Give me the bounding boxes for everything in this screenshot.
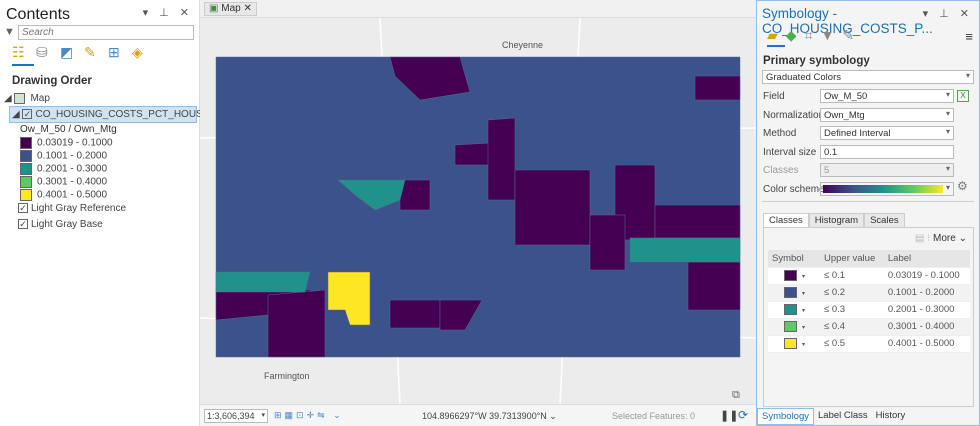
- county-polygon[interactable]: [389, 299, 441, 329]
- county-polygon[interactable]: [454, 142, 491, 166]
- labeling-icon[interactable]: ◈: [132, 44, 148, 60]
- legend-item: 0.03019 - 0.1000: [20, 137, 113, 150]
- legend-item: 0.3001 - 0.4000: [20, 176, 113, 189]
- layer-node[interactable]: ◢ ✓ CO_HOUSING_COSTS_PCT_HOUSEHOLD_INCO..…: [9, 106, 276, 123]
- legend-swatch: [20, 137, 32, 149]
- field-input-0[interactable]: Ow_M_50 ▾: [820, 89, 954, 103]
- symbol-swatch: [784, 303, 797, 315]
- pane-controls[interactable]: ▾ ⊥ ✕: [143, 6, 193, 19]
- symbol-swatch: [784, 320, 797, 332]
- field-label: Normalization: [763, 109, 825, 121]
- column-header[interactable]: Symbol: [768, 250, 820, 268]
- map-canvas[interactable]: Cheyenne Farmington ⧉: [200, 18, 756, 404]
- column-header[interactable]: Label: [883, 250, 970, 268]
- bottom-tab-1[interactable]: Label Class: [814, 408, 872, 425]
- tab-classes[interactable]: Classes: [763, 213, 809, 228]
- field-input-2[interactable]: Defined Interval ▾: [820, 126, 954, 140]
- table-row[interactable]: ▾ ≤ 0.1 0.03019 - 0.1000: [768, 267, 970, 285]
- pause-icon[interactable]: ❚❚: [720, 409, 738, 422]
- symbology-pane: Symbology - CO_HOUSING_COSTS_P... ▾ ⊥ ✕ …: [756, 0, 980, 426]
- pane-controls[interactable]: ▾ ⊥ ✕: [923, 7, 973, 20]
- primary-symbology-heading: Primary symbology: [763, 55, 870, 67]
- map-tools-icons[interactable]: ⊞▦⊡✛⇋ ⌄: [274, 410, 344, 421]
- table-row[interactable]: ▾ ≤ 0.3 0.2001 - 0.3000: [768, 301, 970, 319]
- county-polygon[interactable]: [687, 261, 741, 311]
- legend-swatch: [20, 189, 32, 201]
- classes-table: Symbol Upper value Label ▾ ≤ 0.1 0.03019 - 0…: [768, 250, 970, 353]
- county-polygon[interactable]: [215, 271, 311, 293]
- symbology-type-select[interactable]: Graduated Colors ▾: [762, 70, 974, 84]
- tab-histogram[interactable]: Histogram: [808, 213, 865, 228]
- field-label: Color scheme: [763, 183, 825, 195]
- label-icon[interactable]: ✎: [842, 27, 854, 44]
- data-source-icon[interactable]: ⛁: [36, 44, 52, 60]
- field-label: Interval size: [763, 146, 817, 158]
- table-row[interactable]: ▾ ≤ 0.2 0.1001 - 0.2000: [768, 284, 970, 302]
- map-node[interactable]: ◢ Map: [4, 93, 50, 104]
- coordinates-readout[interactable]: 104.8966297°W 39.7313900°N ⌄: [422, 411, 557, 422]
- place-label: Cheyenne: [502, 40, 543, 50]
- county-polygon[interactable]: [487, 117, 516, 201]
- symbol-swatch: [784, 337, 797, 349]
- overview-icon: ⧉: [732, 389, 740, 401]
- snapping-icon[interactable]: ⊞: [108, 44, 124, 60]
- contents-pane: Contents ▾ ⊥ ✕ ▼ Search ☷ ⛁ ◩ ✎ ⊞ ◈ Draw…: [0, 0, 276, 426]
- county-polygon[interactable]: [267, 289, 326, 358]
- field-label: Field: [763, 91, 785, 102]
- drawing-order-icon[interactable]: ☷: [12, 44, 28, 60]
- field-input-3[interactable]: 0.1: [820, 144, 954, 159]
- county-polygon[interactable]: [399, 179, 431, 211]
- symbol-swatch: [784, 269, 797, 281]
- legend-swatch: [20, 176, 32, 188]
- search-input[interactable]: Search: [18, 25, 194, 40]
- field-input-1[interactable]: Own_Mtg ▾: [820, 107, 954, 122]
- county-polygon[interactable]: [589, 214, 626, 271]
- legend-title: Ow_M_50 / Own_Mtg: [20, 124, 117, 135]
- basemap-reference[interactable]: ✓ Light Gray Reference: [18, 203, 126, 214]
- legend-item: 0.4001 - 0.5000: [20, 189, 113, 202]
- filter-icon[interactable]: ▼: [820, 27, 834, 44]
- map-status-bar: 1:3,606,394 ▾ ⊞▦⊡✛⇋ ⌄ 104.8966297°W 39.73…: [200, 404, 756, 426]
- place-label: Farmington: [264, 371, 310, 381]
- filter-icon[interactable]: ▼: [4, 26, 15, 38]
- gear-icon[interactable]: ⚙: [957, 179, 968, 193]
- county-polygon[interactable]: [654, 204, 741, 239]
- table-row[interactable]: ▾ ≤ 0.5 0.4001 - 0.5000: [768, 335, 970, 353]
- tab-scales[interactable]: Scales: [864, 213, 905, 228]
- primary-symbology-icon[interactable]: ▰: [767, 27, 778, 44]
- bottom-tab-0[interactable]: Symbology: [757, 408, 814, 425]
- county-polygon[interactable]: [514, 169, 591, 246]
- map-view[interactable]: ▣ Map ✕ Cheyenne Farmington ⧉ 1:3,606,39…: [200, 0, 756, 426]
- basemap-base[interactable]: ✓ Light Gray Base: [18, 219, 103, 230]
- field-input-4[interactable]: 5 ▾: [820, 163, 954, 177]
- scale-select[interactable]: 1:3,606,394 ▾: [204, 409, 268, 423]
- expression-icon[interactable]: X: [957, 90, 969, 102]
- column-header[interactable]: Upper value: [820, 250, 884, 268]
- selected-features[interactable]: Selected Features: 0: [612, 411, 695, 421]
- legend-swatch: [20, 163, 32, 175]
- county-polygon[interactable]: [694, 75, 741, 101]
- legend-item: 0.1001 - 0.2000: [20, 150, 113, 163]
- legend-swatch: [20, 150, 32, 162]
- legend-item: 0.2001 - 0.3000: [20, 163, 113, 176]
- field-input-5[interactable]: ▾: [820, 181, 954, 196]
- editing-icon[interactable]: ✎: [84, 44, 100, 60]
- drawing-order-heading: Drawing Order: [12, 75, 92, 87]
- symbol-swatch: [784, 286, 797, 298]
- secondary-symbology-icon[interactable]: ◆: [786, 27, 797, 44]
- table-row[interactable]: ▾ ≤ 0.4 0.3001 - 0.4000: [768, 318, 970, 336]
- more-menu[interactable]: ▤ ⁝ More ⌄: [915, 233, 967, 244]
- refresh-icon[interactable]: ⟳: [738, 408, 748, 422]
- tab-map[interactable]: ▣ Map ✕: [204, 2, 257, 16]
- menu-icon[interactable]: ≡: [965, 29, 973, 44]
- symbol-layer-icon[interactable]: ⌗: [805, 27, 813, 44]
- county-polygon[interactable]: [629, 237, 741, 263]
- selection-icon[interactable]: ◩: [60, 44, 76, 60]
- bottom-tab-2[interactable]: History: [872, 408, 910, 425]
- field-label: Method: [763, 128, 797, 139]
- field-label: Classes: [763, 165, 799, 176]
